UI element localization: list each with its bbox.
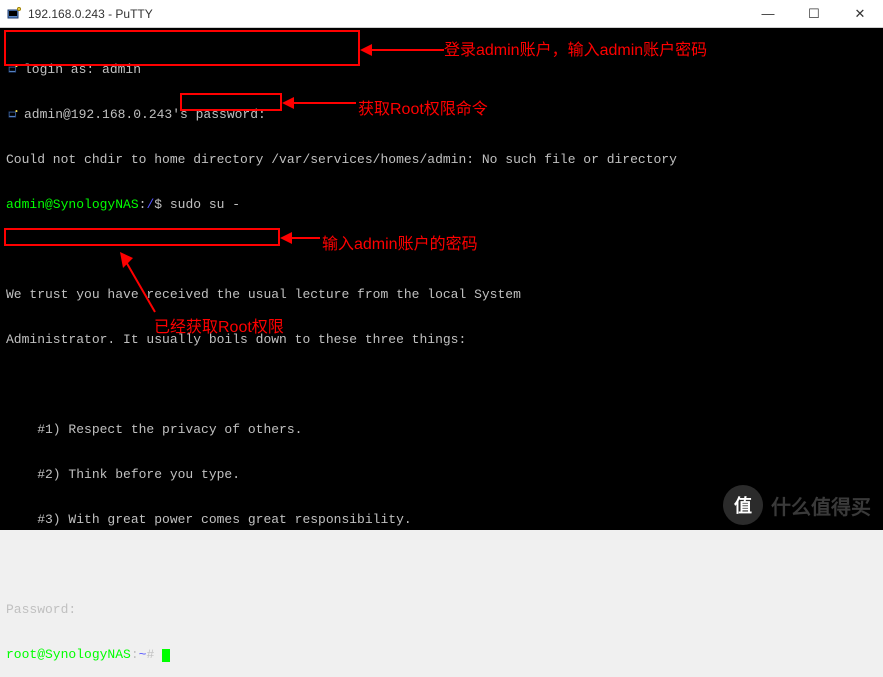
window-title: 192.168.0.243 - PuTTY [22, 7, 745, 21]
login-prompt: login as: [24, 62, 102, 77]
terminal-cursor [162, 649, 170, 662]
minimize-button[interactable]: — [745, 0, 791, 28]
watermark-logo: 值 [723, 485, 763, 525]
annotation-text-1: 登录admin账户，输入admin账户密码 [444, 36, 707, 60]
login-line: login as: admin [6, 62, 877, 77]
maximize-button[interactable]: ☐ [791, 0, 837, 28]
prompt1-user: admin@SynologyNAS [6, 197, 139, 212]
lecture-1: We trust you have received the usual lec… [6, 287, 877, 302]
login-user: admin [102, 62, 141, 77]
prompt-line-2: root@SynologyNAS:~# [6, 647, 877, 662]
sudo-command: sudo su - [170, 197, 240, 212]
prompt2-user: root@SynologyNAS [6, 647, 131, 662]
lecture-rule-2: #2) Think before you type. [6, 467, 877, 482]
lecture-2: Administrator. It usually boils down to … [6, 332, 877, 347]
annotation-text-4: 已经获取Root权限 [154, 313, 284, 337]
annotation-text-3: 输入admin账户的密码 [322, 230, 478, 254]
prompt-line-1: admin@SynologyNAS:/$ sudo su - [6, 197, 877, 212]
blank-line [6, 377, 877, 392]
prompt2-sep: : [131, 647, 139, 662]
watermark-text: 什么值得买 [771, 491, 871, 520]
prompt2-hash: # [146, 647, 162, 662]
chdir-error: Could not chdir to home directory /var/s… [6, 152, 877, 167]
prompt1-dollar: $ [154, 197, 170, 212]
blank-line [6, 557, 877, 572]
watermark: 值 什么值得买 [723, 485, 871, 525]
password-prompt-user: admin@192.168.0.243's password: [24, 107, 266, 122]
close-button[interactable]: ✕ [837, 0, 883, 28]
window-titlebar: 192.168.0.243 - PuTTY — ☐ ✕ [0, 0, 883, 28]
annotation-text-2: 获取Root权限命令 [358, 95, 488, 119]
lecture-rule-1: #1) Respect the privacy of others. [6, 422, 877, 437]
putty-app-icon [6, 6, 22, 22]
window-controls: — ☐ ✕ [745, 0, 883, 28]
sudo-password-label: Password: [6, 602, 877, 617]
prompt2-path: ~ [139, 647, 147, 662]
